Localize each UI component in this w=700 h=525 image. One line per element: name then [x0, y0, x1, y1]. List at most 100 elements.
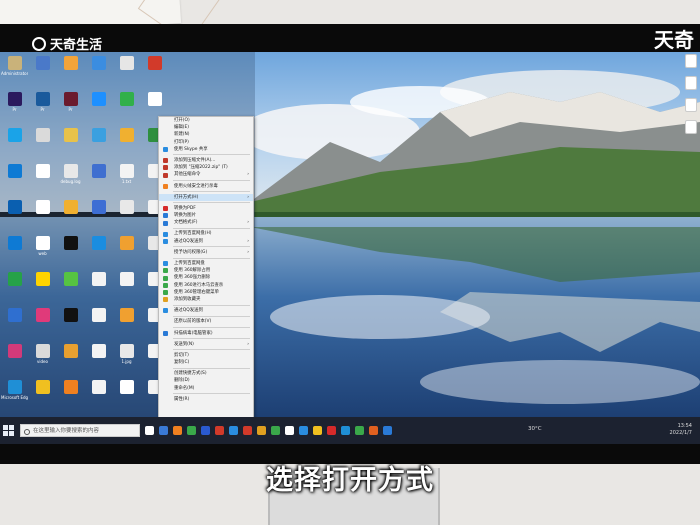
context-menu-item[interactable]: 使用 Skype 共享 — [159, 146, 253, 153]
taskbar-app-icon[interactable] — [271, 426, 280, 435]
desktop-icon[interactable] — [85, 380, 112, 413]
taskbar-app-icon[interactable] — [187, 426, 196, 435]
desktop-icon[interactable]: Microsoft Edge — [1, 380, 28, 413]
context-menu-item[interactable]: 通过QQ发送到 › — [159, 238, 253, 245]
context-menu-item[interactable]: 添加到收藏夹 — [159, 296, 253, 303]
context-menu-item[interactable]: 发送到(N) › — [159, 341, 253, 348]
context-menu-item[interactable]: 其他压缩命令 › — [159, 171, 253, 178]
desktop-icon[interactable]: video — [29, 344, 56, 377]
desktop-icon[interactable] — [113, 92, 140, 125]
taskbar-app-icon[interactable] — [341, 426, 350, 435]
taskbar-app-icon[interactable] — [257, 426, 266, 435]
desktop-icon[interactable] — [29, 308, 56, 341]
context-menu-item[interactable]: 创建快捷方式(S) — [159, 370, 253, 377]
taskbar-app-icon[interactable] — [355, 426, 364, 435]
context-menu-item[interactable]: 使用火绒安全进行杀毒 — [159, 183, 253, 190]
desktop-icon[interactable] — [57, 344, 84, 377]
context-menu-item[interactable]: 使用 360进行木马云查杀 — [159, 282, 253, 289]
taskbar-app-icon[interactable] — [327, 426, 336, 435]
desktop-icon[interactable]: Pr — [57, 92, 84, 125]
desktop-icon[interactable] — [57, 128, 84, 161]
weather-status[interactable]: 30°C — [528, 426, 542, 432]
desktop-icon[interactable] — [113, 56, 140, 89]
taskbar-app-icon[interactable] — [243, 426, 252, 435]
desktop-icon[interactable] — [1, 164, 28, 197]
desktop-icon[interactable] — [29, 56, 56, 89]
desktop-icon[interactable] — [57, 272, 84, 305]
context-menu-item[interactable]: 复制(C) — [159, 359, 253, 366]
desktop-icon[interactable] — [1, 308, 28, 341]
context-menu-item[interactable]: 打开方式(H) › — [159, 193, 253, 201]
taskbar-app-icon[interactable] — [383, 426, 392, 435]
context-menu-item[interactable]: 上传到百度网盘 — [159, 260, 253, 267]
context-menu-item[interactable]: 打开(O) — [159, 117, 253, 124]
desktop-icon[interactable] — [113, 272, 140, 305]
taskbar-app-icon[interactable] — [145, 426, 154, 435]
windows-start-icon[interactable] — [3, 425, 14, 436]
desktop-icon[interactable] — [1, 344, 28, 377]
desktop-icon[interactable] — [85, 236, 112, 269]
desktop-icon[interactable] — [141, 56, 168, 89]
desktop-icon[interactable] — [57, 200, 84, 233]
desktop-icon[interactable] — [85, 344, 112, 377]
desktop-file-icon[interactable] — [684, 120, 698, 153]
context-menu-item[interactable]: 添加到压缩文件(A)... — [159, 157, 253, 164]
context-menu-item[interactable]: 新建(N) — [159, 131, 253, 138]
desktop-icon[interactable] — [1, 272, 28, 305]
context-menu-item[interactable]: 授予访问权限(G) › — [159, 249, 253, 256]
desktop-icon[interactable] — [113, 200, 140, 233]
taskbar-app-icon[interactable] — [313, 426, 322, 435]
system-clock[interactable]: 13:54 2022/1/7 — [670, 423, 692, 437]
context-menu-item[interactable]: 扫描病毒(电脑管家) — [159, 330, 253, 337]
taskbar-app-icon[interactable] — [369, 426, 378, 435]
desktop-icon[interactable]: 1.jpg — [113, 344, 140, 377]
desktop-icon[interactable] — [85, 272, 112, 305]
desktop-icon[interactable] — [85, 308, 112, 341]
taskbar-app-icon[interactable] — [299, 426, 308, 435]
context-menu-item[interactable]: 文档格式(F) › — [159, 219, 253, 226]
desktop-icon[interactable] — [1, 200, 28, 233]
taskbar-app-icon[interactable] — [201, 426, 210, 435]
context-menu-item[interactable]: 使用 360强力删除 — [159, 274, 253, 281]
desktop-icon[interactable] — [57, 380, 84, 413]
desktop-icon[interactable] — [57, 308, 84, 341]
taskbar-app-icon[interactable] — [215, 426, 224, 435]
desktop-icon[interactable] — [29, 380, 56, 413]
taskbar-app-icon[interactable] — [285, 426, 294, 435]
desktop-icon[interactable] — [29, 128, 56, 161]
taskbar-app-icon[interactable] — [229, 426, 238, 435]
context-menu-item[interactable]: 删除(D) — [159, 377, 253, 384]
desktop-icon[interactable] — [113, 128, 140, 161]
context-menu-item[interactable]: 打印(P) — [159, 139, 253, 146]
desktop-icon[interactable] — [85, 200, 112, 233]
context-menu-item[interactable]: 编辑(E) — [159, 124, 253, 131]
desktop-icon[interactable]: Pr — [1, 92, 28, 125]
context-menu-item[interactable]: 剪切(T) — [159, 352, 253, 359]
desktop-icon[interactable] — [113, 236, 140, 269]
desktop-icon[interactable] — [85, 56, 112, 89]
taskbar-app-icon[interactable] — [173, 426, 182, 435]
taskbar-search-input[interactable]: 在这里输入你要搜索的内容 — [20, 424, 140, 437]
context-menu-item[interactable]: 属性(R) — [159, 396, 253, 403]
context-menu-item[interactable]: 重命名(M) — [159, 385, 253, 392]
context-menu-item[interactable]: 使用 360解除占用 — [159, 267, 253, 274]
context-menu-item[interactable]: 转换为图片 — [159, 212, 253, 219]
desktop-icon[interactable] — [113, 380, 140, 413]
desktop-icon[interactable] — [1, 128, 28, 161]
desktop-icon[interactable] — [57, 56, 84, 89]
context-menu-item[interactable]: 使用 360管理右键菜单 — [159, 289, 253, 296]
context-menu-item[interactable]: 转换为PDF — [159, 205, 253, 212]
desktop-icon[interactable] — [85, 164, 112, 197]
desktop-icon[interactable]: 1.txt — [113, 164, 140, 197]
desktop-icon[interactable]: web — [29, 236, 56, 269]
desktop-icon[interactable] — [85, 92, 112, 125]
desktop-icon[interactable] — [29, 272, 56, 305]
context-menu-item[interactable]: 上传到百度网盘(H) — [159, 230, 253, 237]
taskbar-app-icon[interactable] — [159, 426, 168, 435]
desktop-icon[interactable] — [29, 200, 56, 233]
desktop-icon[interactable] — [29, 164, 56, 197]
desktop-icon[interactable] — [1, 236, 28, 269]
desktop-icon[interactable] — [57, 236, 84, 269]
desktop-icon[interactable]: Pr — [29, 92, 56, 125]
desktop-icon[interactable] — [113, 308, 140, 341]
